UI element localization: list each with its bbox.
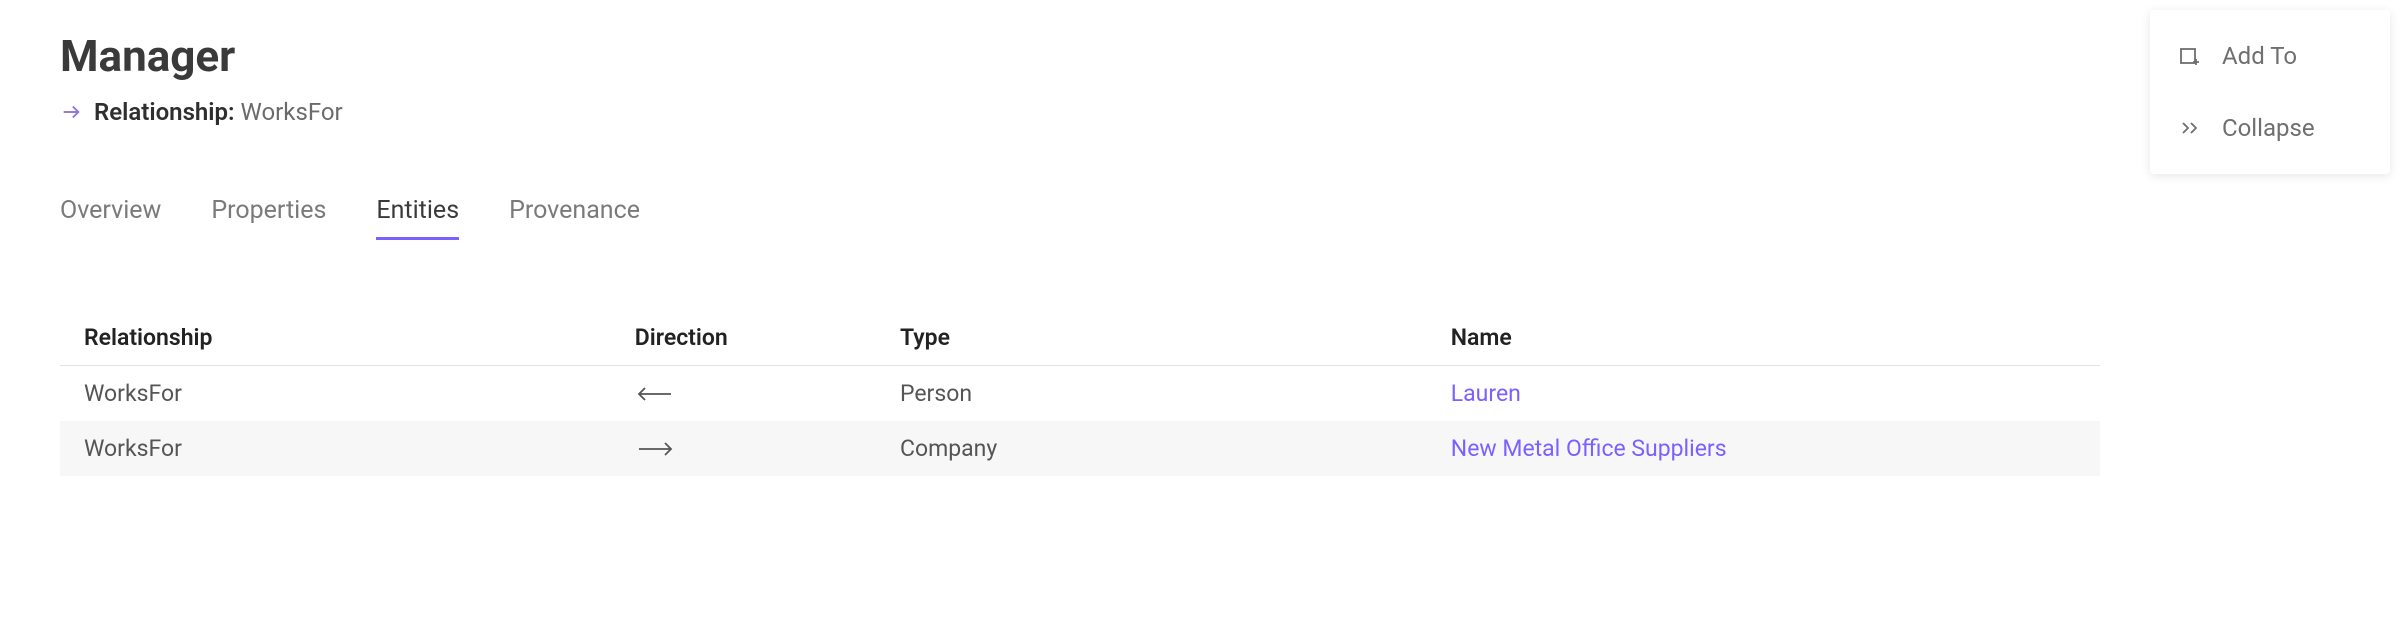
table-row: WorksFor Person Lauren [60,366,2100,422]
col-header-name: Name [1427,310,2100,366]
entity-link[interactable]: Lauren [1451,380,1521,407]
cell-direction [611,421,876,476]
relationship-summary: Relationship: WorksFor [60,98,2340,126]
tab-entities[interactable]: Entities [376,196,459,240]
col-header-type: Type [876,310,1427,366]
add-to-icon [2178,44,2202,68]
page-title: Manager [60,30,2340,82]
entity-link[interactable]: New Metal Office Suppliers [1451,435,1727,462]
arrow-right-icon [60,101,82,123]
cell-relationship: WorksFor [60,421,611,476]
cell-relationship: WorksFor [60,366,611,422]
tabs: Overview Properties Entities Provenance [60,196,2340,240]
tab-overview[interactable]: Overview [60,196,161,240]
arrow-left-icon [635,384,852,404]
cell-direction [611,366,876,422]
tab-properties[interactable]: Properties [211,196,326,240]
tab-provenance[interactable]: Provenance [509,196,640,240]
entities-table: Relationship Direction Type Name WorksFo… [60,310,2100,476]
relationship-value: WorksFor [241,98,343,126]
action-panel: Add To Collapse [2150,10,2390,174]
add-to-label: Add To [2222,42,2297,70]
collapse-button[interactable]: Collapse [2150,92,2390,164]
arrow-right-icon [635,439,852,459]
cell-type: Person [876,366,1427,422]
collapse-label: Collapse [2222,114,2315,142]
relationship-label: Relationship: [94,98,235,126]
col-header-relationship: Relationship [60,310,611,366]
add-to-button[interactable]: Add To [2150,20,2390,92]
table-row: WorksFor Company New Metal Office Suppli… [60,421,2100,476]
collapse-icon [2178,116,2202,140]
col-header-direction: Direction [611,310,876,366]
cell-type: Company [876,421,1427,476]
